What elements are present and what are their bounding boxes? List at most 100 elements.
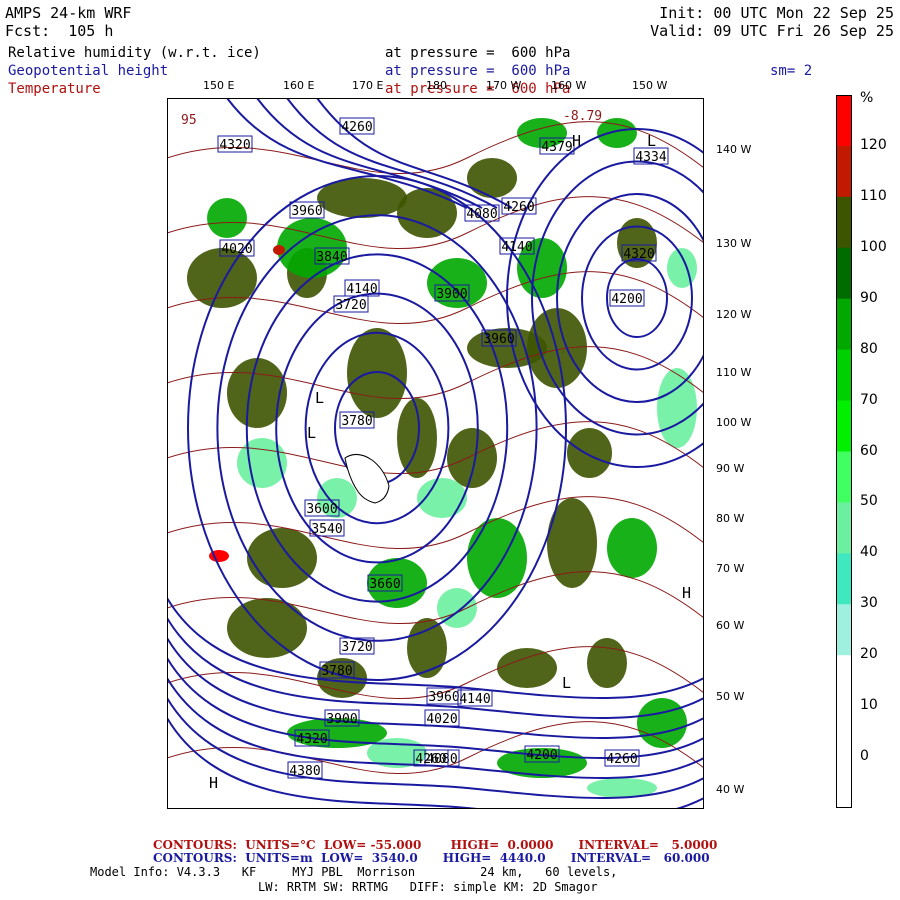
lat-label: 40 W	[716, 783, 745, 796]
humidity-region	[587, 638, 627, 688]
height-contour-label: 4320	[294, 729, 330, 747]
field-temp-name: Temperature	[8, 81, 101, 97]
svg-text:4200: 4200	[526, 748, 557, 763]
temperature-contour-label: 95	[181, 113, 197, 128]
lat-label: 60 W	[716, 619, 745, 632]
colorbar-segment	[836, 196, 852, 249]
colorbar-tick-label: 80	[860, 340, 878, 357]
height-contour-label: 3720	[333, 295, 369, 313]
svg-text:4020: 4020	[221, 242, 252, 257]
lon-label: 170 E	[352, 79, 384, 92]
colorbar-segment	[836, 604, 852, 656]
svg-text:4140: 4140	[346, 282, 377, 297]
model-info-line2: LW: RRTM SW: RRTMG DIFF: simple KM: 2D S…	[258, 880, 598, 894]
svg-text:4320: 4320	[219, 138, 250, 153]
temperature-contour-label: -8.79	[563, 109, 602, 124]
svg-text:4260: 4260	[341, 120, 372, 135]
height-contour-label: 3780	[339, 411, 375, 429]
humidity-region	[607, 518, 657, 578]
svg-text:4380: 4380	[289, 764, 320, 779]
pressure-center-mark: H	[682, 584, 691, 602]
colorbar-unit: %	[860, 90, 874, 106]
svg-text:4320: 4320	[623, 247, 654, 262]
svg-text:3960: 3960	[291, 204, 322, 219]
pressure-center-mark: H	[572, 132, 581, 150]
svg-text:4260: 4260	[606, 752, 637, 767]
svg-text:3720: 3720	[341, 640, 372, 655]
humidity-region	[407, 618, 447, 678]
pressure-center-mark: L	[315, 389, 324, 407]
height-contour-label: 4140	[457, 689, 493, 707]
lon-label: 170 W	[486, 79, 522, 92]
svg-text:4260: 4260	[503, 200, 534, 215]
svg-text:4260: 4260	[415, 752, 446, 767]
svg-text:3780: 3780	[321, 664, 352, 679]
colorbar-segment	[836, 400, 852, 452]
height-contour-label: 3720	[339, 637, 375, 655]
height-contour-label: 3600	[304, 499, 340, 517]
height-contour-label: 3900	[434, 284, 470, 302]
valid-time: Valid: 09 UTC Fri 26 Sep 25	[650, 22, 894, 40]
colorbar-tick-label: 40	[860, 544, 878, 561]
svg-text:4140: 4140	[459, 692, 490, 707]
lat-label: 50 W	[716, 690, 745, 703]
humidity-region	[497, 648, 557, 688]
weather-map: 4260 4320 4379 4334 4320 4200 4140 4080 3960 4260…	[167, 98, 704, 809]
svg-text:3660: 3660	[369, 577, 400, 592]
svg-text:3900: 3900	[436, 287, 467, 302]
humidity-region	[447, 428, 497, 488]
colorbar-tick-label: 50	[860, 493, 878, 510]
height-contour-label: 4260	[413, 749, 449, 767]
colorbar-tick-label: 120	[860, 136, 887, 153]
height-contour-label: 4320	[621, 244, 657, 262]
lat-label: 110 W	[716, 366, 752, 379]
colorbar-tick-label: 30	[860, 595, 878, 612]
lon-label: 150 E	[203, 79, 235, 92]
svg-text:4080: 4080	[466, 207, 497, 222]
lon-label: 160 W	[551, 79, 587, 92]
humidity-region	[227, 358, 287, 428]
model-info-line1: Model Info: V4.3.3 KF MYJ PBL Morrison 2…	[90, 865, 618, 879]
colorbar-tick-label: 20	[860, 646, 878, 663]
height-contour-label: 4260	[501, 197, 537, 215]
colorbar-segment	[836, 451, 852, 503]
lat-label: 100 W	[716, 416, 752, 429]
model-title: AMPS 24-km WRF	[5, 4, 132, 22]
lat-label: 140 W	[716, 143, 752, 156]
colorbar-segment	[836, 502, 852, 554]
height-contour-label: 3780	[319, 661, 355, 679]
height-contour-label: 4200	[524, 745, 560, 763]
humidity-region	[657, 368, 697, 448]
humidity-region	[207, 198, 247, 238]
height-contour-info: CONTOURS: UNITS=m LOW= 3540.0 HIGH= 4440…	[153, 851, 710, 865]
svg-text:3780: 3780	[341, 414, 372, 429]
lon-label: 150 W	[632, 79, 668, 92]
humidity-region	[247, 528, 317, 588]
colorbar-segment	[836, 349, 852, 402]
height-contour-label: 4200	[609, 289, 645, 307]
field-rh-level: at pressure = 600 hPa	[385, 45, 571, 61]
colorbar-tick-label: 10	[860, 697, 878, 714]
colorbar-tick-label: 0	[860, 748, 869, 765]
height-contour-label: 4020	[219, 239, 255, 257]
svg-text:3960: 3960	[428, 690, 459, 705]
colorbar	[836, 95, 852, 808]
height-contour-label: 3540	[309, 519, 345, 537]
humidity-region	[187, 248, 257, 308]
pressure-center-mark: L	[562, 674, 571, 692]
lat-label: 70 W	[716, 562, 745, 575]
svg-text:4334: 4334	[635, 150, 666, 165]
field-height-name: Geopotential height	[8, 63, 169, 79]
svg-text:3840: 3840	[316, 250, 347, 265]
pressure-center-mark: L	[647, 132, 656, 150]
colorbar-tick-label: 100	[860, 238, 887, 255]
svg-text:4379: 4379	[541, 140, 572, 155]
height-contour-label: 4140	[499, 237, 535, 255]
height-contour-label: 3960	[426, 687, 462, 705]
height-contour-label: 4080	[464, 204, 500, 222]
lon-label: 160 E	[283, 79, 315, 92]
svg-text:4200: 4200	[611, 292, 642, 307]
lat-label: 130 W	[716, 237, 752, 250]
colorbar-segment	[836, 247, 852, 300]
field-rh-name: Relative humidity (w.r.t. ice)	[8, 45, 261, 61]
